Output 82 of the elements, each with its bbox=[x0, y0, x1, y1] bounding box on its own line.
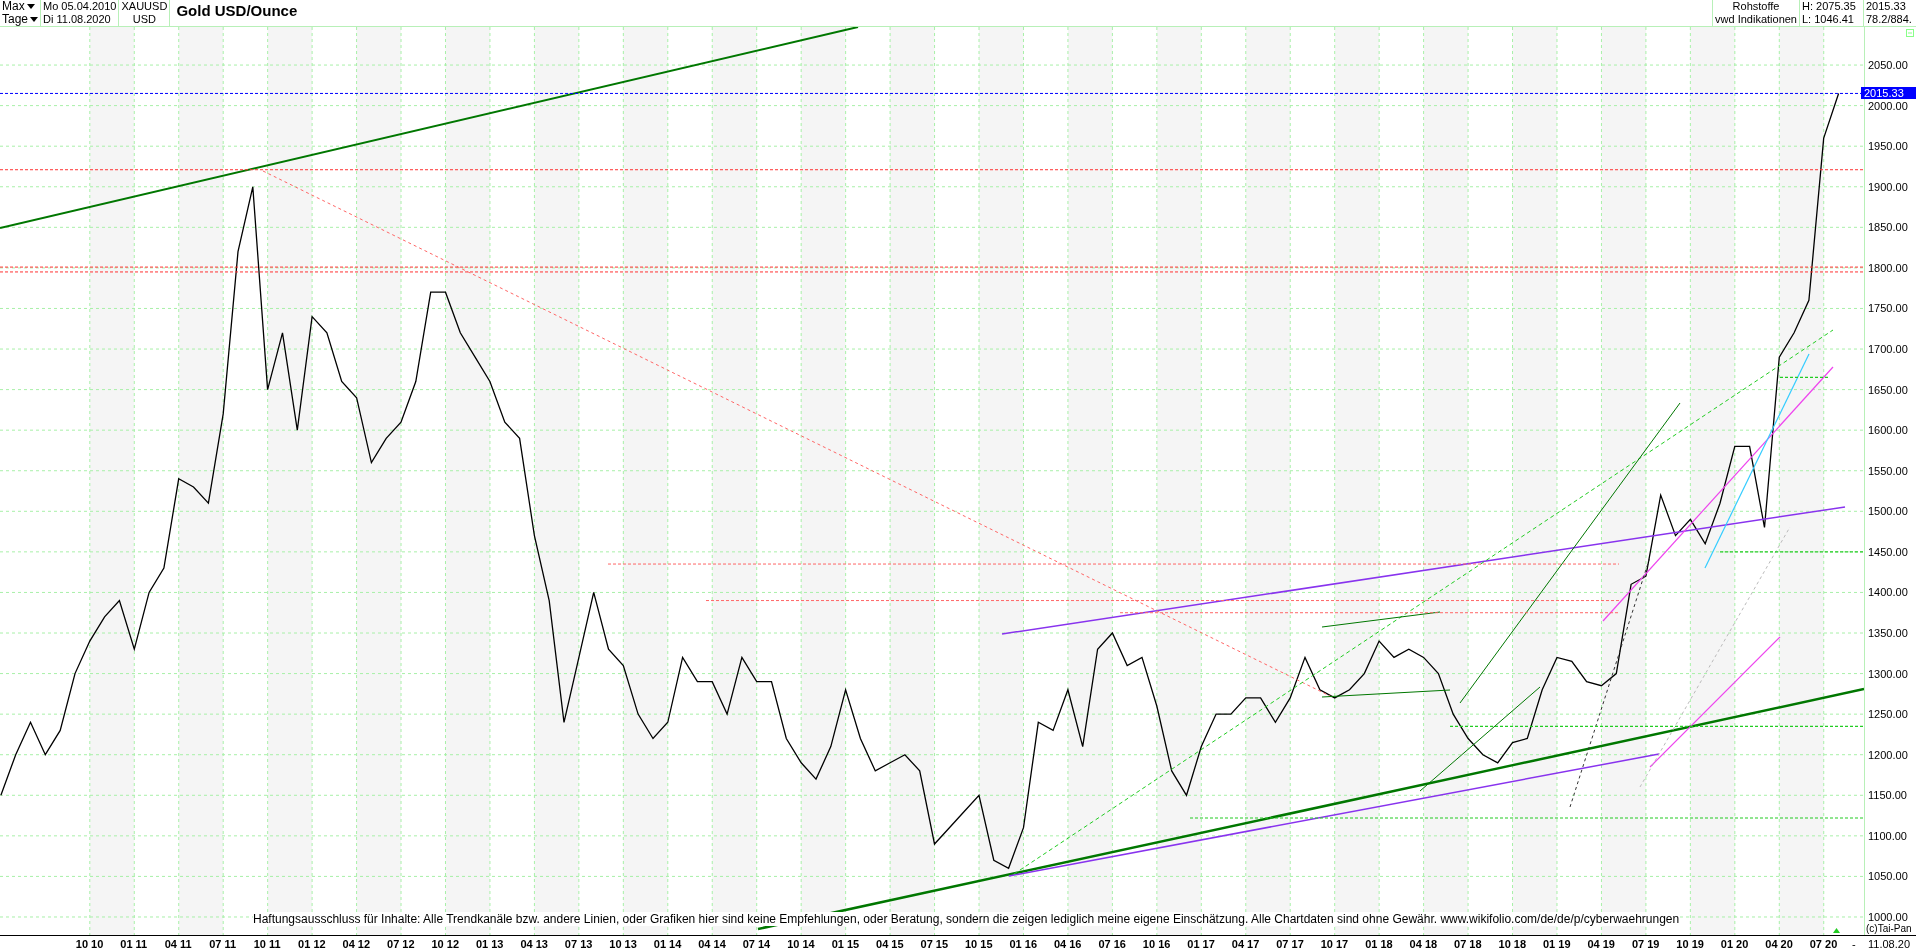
y-axis-label: 1550.00 bbox=[1868, 464, 1908, 477]
y-axis-label: 1400.00 bbox=[1868, 586, 1908, 599]
x-axis-label: 01 12 bbox=[298, 938, 326, 950]
low-value: L: 1046.41 bbox=[1801, 13, 1855, 26]
x-axis-label: 07 19 bbox=[1631, 938, 1660, 950]
x-axis-label: 10 17 bbox=[1320, 938, 1349, 950]
x-axis-label: 07 18 bbox=[1454, 938, 1482, 950]
copyright-text: (c)Tai-Pan bbox=[1866, 923, 1912, 935]
x-axis-label: 10 19 bbox=[1676, 938, 1704, 950]
y-axis-label: 1000.00 bbox=[1868, 911, 1908, 923]
x-axis-label: 10 15 bbox=[965, 938, 993, 950]
y-axis-label: 1900.00 bbox=[1868, 180, 1908, 193]
x-axis-label: 10 14 bbox=[787, 938, 815, 950]
y-axis-label: 1450.00 bbox=[1868, 545, 1908, 558]
x-axis-label: 10 13 bbox=[609, 938, 637, 950]
x-axis-label: 01 17 bbox=[1187, 938, 1215, 950]
y-axis-label: 1200.00 bbox=[1868, 748, 1908, 761]
end-date: Di 11.08.2020 bbox=[42, 13, 112, 26]
x-axis-label: 07 20 bbox=[1809, 938, 1838, 950]
x-axis-label: 01 18 bbox=[1365, 938, 1393, 950]
x-axis-label: 01 15 bbox=[831, 938, 860, 950]
interval-dropdown[interactable]: Tage bbox=[0, 13, 41, 26]
y-axis-label: 1150.00 bbox=[1868, 789, 1907, 802]
currency: USD bbox=[131, 13, 158, 26]
x-axis-label: 04 11 bbox=[164, 938, 192, 950]
y-axis-label: 1100.00 bbox=[1868, 829, 1907, 842]
y-axis-label: 1300.00 bbox=[1868, 667, 1908, 680]
x-axis-label: 04 14 bbox=[698, 938, 726, 950]
x-axis-label: 07 16 bbox=[1098, 938, 1126, 950]
symbol: XAUUSD bbox=[120, 0, 169, 13]
x-axis-label: 04 13 bbox=[520, 938, 548, 950]
x-axis-label: 04 15 bbox=[876, 938, 904, 950]
y-axis-label: 1500.00 bbox=[1868, 505, 1908, 518]
x-axis-label: 01 11 bbox=[120, 938, 148, 950]
x-axis-label: 01 14 bbox=[653, 938, 682, 950]
x-axis-label: 01 19 bbox=[1543, 938, 1571, 950]
high-value: H: 2075.35 bbox=[1801, 0, 1857, 13]
x-axis-label: 07 11 bbox=[209, 938, 237, 950]
y-axis-label: 1950.00 bbox=[1868, 140, 1908, 153]
x-axis-label: 10 16 bbox=[1142, 938, 1171, 950]
x-axis-label: 07 14 bbox=[742, 938, 771, 950]
x-axis-label: 07 13 bbox=[564, 938, 593, 950]
x-axis-label: 01 13 bbox=[475, 938, 504, 950]
y-axis-label: 1750.00 bbox=[1868, 302, 1908, 315]
disclaimer-text: Haftungsausschluss für Inhalte: Alle Trendkanäle bzw. andere Linien, oder Grafiken hier sind keine Empfehlungen, oder Beratung, sondern die zeigen lediglich meine eigene Einschätzung. Alle Chartdaten sind ohne Gewähr. www.wikifolio.com/de/de/p/cyberwaehrungen bbox=[253, 912, 1680, 926]
y-axis-label: 1850.00 bbox=[1868, 221, 1908, 234]
x-axis-label: 04 19 bbox=[1587, 938, 1615, 950]
chart-title: Gold USD/Ounce bbox=[175, 1, 299, 21]
y-axis-label: 1050.00 bbox=[1868, 870, 1908, 883]
x-axis-label: 07 12 bbox=[387, 938, 415, 950]
x-axis-label: 04 17 bbox=[1231, 938, 1260, 950]
x-axis-label: 07 17 bbox=[1276, 938, 1304, 950]
y-axis-label: 1800.00 bbox=[1868, 261, 1908, 274]
y-axis-label: 1650.00 bbox=[1868, 383, 1908, 396]
y-axis-label: 2050.00 bbox=[1868, 59, 1908, 72]
range-dropdown[interactable]: Max bbox=[0, 0, 41, 13]
x-axis-label: 07 15 bbox=[920, 938, 949, 950]
x-axis-label: 01 16 bbox=[1009, 938, 1037, 950]
x-axis-label: 04 12 bbox=[342, 938, 371, 950]
x-axis-label: 10 12 bbox=[431, 938, 459, 950]
x-axis-label: 04 18 bbox=[1409, 938, 1438, 950]
y-axis-label: 1350.00 bbox=[1868, 627, 1908, 639]
x-axis-label: 04 20 bbox=[1765, 938, 1793, 950]
x-axis-label: 01 20 bbox=[1720, 938, 1749, 950]
x-axis-label: 10 18 bbox=[1498, 938, 1527, 950]
marker-triangle-icon bbox=[1833, 928, 1840, 933]
last-price: 2015.33 bbox=[1865, 0, 1907, 13]
x-axis-end-date: 11.08.20 bbox=[1868, 938, 1910, 950]
ratio-value: 78.2/884. bbox=[1865, 13, 1913, 26]
collapse-icon[interactable] bbox=[1906, 29, 1914, 37]
y-axis-label: 1250.00 bbox=[1868, 708, 1908, 721]
x-axis-label: 10 11 bbox=[253, 938, 281, 950]
y-axis-label: 2000.00 bbox=[1868, 99, 1908, 112]
category: Rohstoffe bbox=[1731, 0, 1781, 13]
x-axis-label: 04 16 bbox=[1053, 938, 1082, 950]
y-axis-label: 1700.00 bbox=[1868, 343, 1908, 356]
x-axis-dash: - bbox=[1852, 938, 1856, 950]
price-marker: 2015.33 bbox=[1861, 87, 1916, 100]
y-axis-label: 1600.00 bbox=[1868, 424, 1908, 437]
start-date: Mo 05.04.2010 bbox=[42, 0, 118, 13]
x-axis-label: 10 10 bbox=[75, 938, 104, 950]
data-source: vwd Indikationen bbox=[1714, 13, 1798, 26]
